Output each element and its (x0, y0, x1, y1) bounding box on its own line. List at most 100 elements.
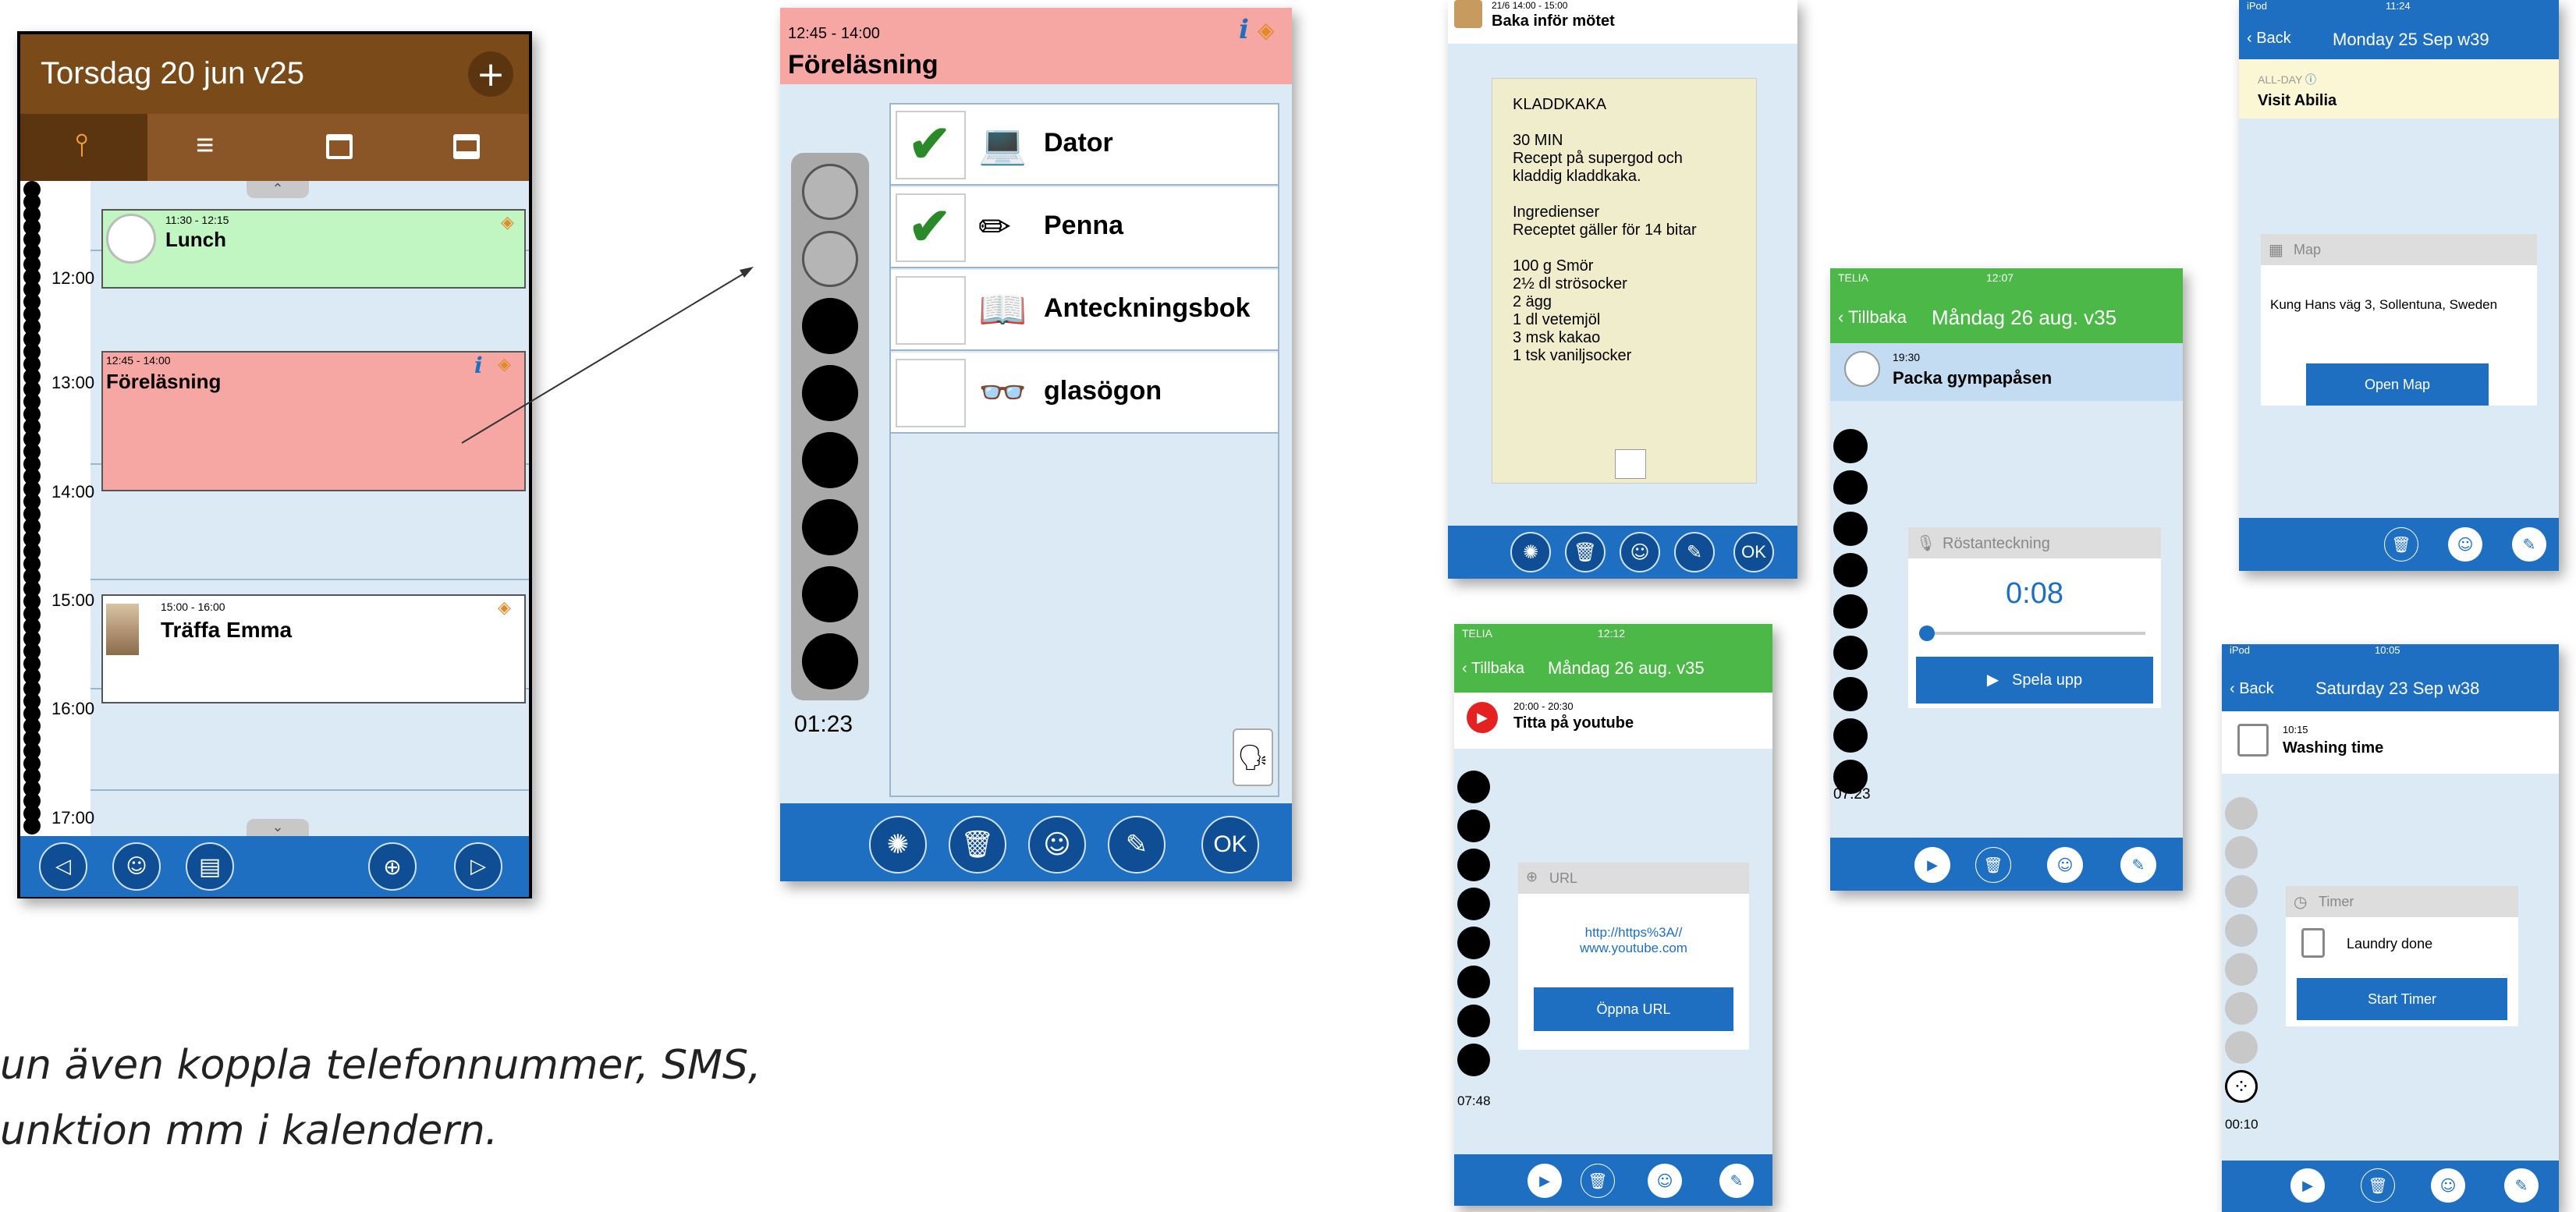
delete-button[interactable]: 🗑 (1565, 532, 1606, 572)
sparkle-icon: ✺ (886, 829, 910, 860)
gym-bag-icon (1844, 351, 1880, 387)
event-time: 19:30 (1893, 351, 1921, 363)
list-icon: ≡ (196, 128, 215, 162)
tag-icon: ◈ (501, 212, 514, 232)
slider-thumb[interactable] (1919, 625, 1935, 641)
ok-button[interactable]: OK (1201, 816, 1259, 874)
checkbox[interactable] (896, 276, 966, 345)
remaining-time-dot: ⁘ (2225, 1070, 2258, 1103)
open-map-button[interactable]: Open Map (2306, 363, 2489, 406)
header-title: Måndag 26 aug. v35 (1548, 658, 1705, 678)
zoom-button[interactable]: ⊕ (368, 842, 417, 891)
remaining-time-circle (802, 566, 858, 622)
checklist-item[interactable]: 📖 Anteckningsbok (891, 270, 1278, 351)
person-button[interactable]: ☺ (2431, 1168, 2465, 1203)
url-link[interactable]: http://https%3A// www.youtube.com (1518, 925, 1749, 956)
washing-machine-icon (2301, 928, 2325, 958)
ok-button[interactable]: OK (1733, 532, 1774, 572)
event-header: 21/6 14:00 - 15:00 Baka inför mötet (1448, 0, 1797, 44)
person-button[interactable]: ☺ (1620, 532, 1660, 572)
checkmark-icon: ✔ (908, 197, 952, 255)
week-tab[interactable] (402, 114, 529, 181)
open-url-button[interactable]: Öppna URL (1534, 987, 1733, 1031)
timer-dots (791, 153, 869, 700)
youtube-icon: ▶ (1467, 702, 1498, 733)
person-button[interactable]: ☺ (1028, 816, 1086, 874)
info-icon[interactable]: i (1239, 14, 1249, 45)
edit-button[interactable]: ✎ (2120, 847, 2156, 883)
note-line: Receptet gäller för 14 bitar (1513, 221, 1697, 239)
start-timer-button[interactable]: Start Timer (2297, 978, 2507, 1020)
bottom-bar: ▶ 🗑 ☺ ✎ (2222, 1161, 2559, 1212)
checkbox[interactable] (896, 359, 966, 427)
speak-button[interactable]: 🗣 (1233, 728, 1273, 786)
edit-icon: ✎ (1125, 829, 1148, 860)
delete-button[interactable]: 🗑 (2361, 1168, 2395, 1203)
event-time: 11:30 - 12:15 (165, 214, 229, 226)
list-tab[interactable]: ≡ (147, 114, 275, 181)
play-button[interactable]: ▶ Spela upp (1916, 657, 2153, 703)
edit-icon: ✎ (1686, 541, 1703, 563)
prev-day-button[interactable]: ◁ (39, 842, 87, 891)
edit-button[interactable]: ✎ (1674, 532, 1715, 572)
screen-day-calendar: Torsdag 20 jun v25 + ⫯ ≡ ⌃ 12:00 13:00 1… (17, 31, 532, 898)
next-day-button[interactable]: ▷ (454, 842, 502, 891)
remaining-time-circle-empty (802, 164, 858, 220)
trash-icon: 🗑 (1573, 541, 1598, 563)
timeline-tab[interactable]: ⫯ (20, 114, 147, 181)
edit-button[interactable]: ✎ (2504, 1168, 2539, 1203)
checkbox[interactable]: ✔ (896, 111, 966, 179)
play-button[interactable]: ▶ (1528, 1164, 1562, 1198)
progress-dots (20, 181, 50, 836)
delete-button[interactable]: 🗑 (1581, 1164, 1615, 1198)
back-button[interactable]: ‹ Tillbaka (1462, 660, 1524, 678)
checkbox[interactable]: ✔ (896, 193, 966, 262)
edit-button[interactable]: ✎ (2512, 527, 2546, 562)
delete-button[interactable]: 🗑 (2384, 527, 2418, 562)
playback-slider[interactable] (1919, 625, 2145, 641)
play-button[interactable]: ▶ (1914, 847, 1950, 883)
event-meet-emma[interactable]: 15:00 - 16:00 Träffa Emma ◈ (101, 594, 526, 703)
timer-column (791, 153, 869, 700)
checklist-item[interactable]: ✔ ✏ Penna (891, 187, 1278, 268)
person-button[interactable]: ☺ (2047, 847, 2083, 883)
back-button[interactable]: ‹ Tillbaka (1838, 307, 1907, 328)
undo-button[interactable]: ✺ (869, 816, 927, 874)
person-button[interactable]: ☺ (112, 842, 161, 891)
status-bar: TELIA 12:07 (1838, 271, 2014, 284)
hour-line (90, 789, 529, 791)
hour-label: 15:00 (51, 590, 95, 610)
person-button[interactable]: ☺ (2448, 527, 2482, 562)
remaining-time-dot (1457, 927, 1490, 959)
delete-button[interactable]: 🗑 (949, 816, 1006, 874)
edit-button[interactable]: ✎ (1719, 1164, 1754, 1198)
delete-button[interactable]: 🗑 (1975, 847, 2011, 883)
day-tab[interactable] (275, 114, 402, 181)
timer-item: Laundry done (2347, 936, 2433, 952)
event-title: Visit Abilia (2258, 92, 2337, 109)
note-line (1513, 114, 1747, 132)
header-title: Monday 25 Sep w39 (2333, 30, 2489, 49)
scroll-down-handle[interactable]: ⌄ (247, 819, 309, 836)
add-button[interactable]: + (468, 51, 513, 97)
play-button[interactable]: ▶ (2290, 1168, 2325, 1203)
event-time: 15:00 - 16:00 (161, 601, 225, 613)
person-icon: ☺ (1630, 541, 1650, 563)
checklist-item[interactable]: ✔ 💻 Dator (891, 105, 1278, 186)
undo-button[interactable]: ✺ (1510, 532, 1551, 572)
elapsed-time-dot (2225, 914, 2258, 947)
trash-icon: 🗑 (960, 829, 995, 860)
panel-header: ⊕ URL (1518, 863, 1749, 894)
hour-label: 13:00 (51, 373, 95, 392)
scroll-up-handle[interactable]: ⌃ (247, 181, 309, 198)
back-button[interactable]: ‹ Back (2230, 680, 2274, 698)
back-button[interactable]: ‹ Back (2247, 30, 2291, 48)
edit-button[interactable]: ✎ (1108, 816, 1166, 874)
tag-icon: ◈ (1258, 18, 1275, 42)
checklist-item[interactable]: 👓 glasögon (891, 353, 1278, 434)
remaining-time-dot (1457, 966, 1490, 998)
menu-button[interactable]: ▤ (186, 842, 234, 891)
person-button[interactable]: ☺ (1648, 1164, 1682, 1198)
zoom-icon: ⊕ (383, 853, 402, 880)
event-title: Träffa Emma (161, 618, 293, 642)
